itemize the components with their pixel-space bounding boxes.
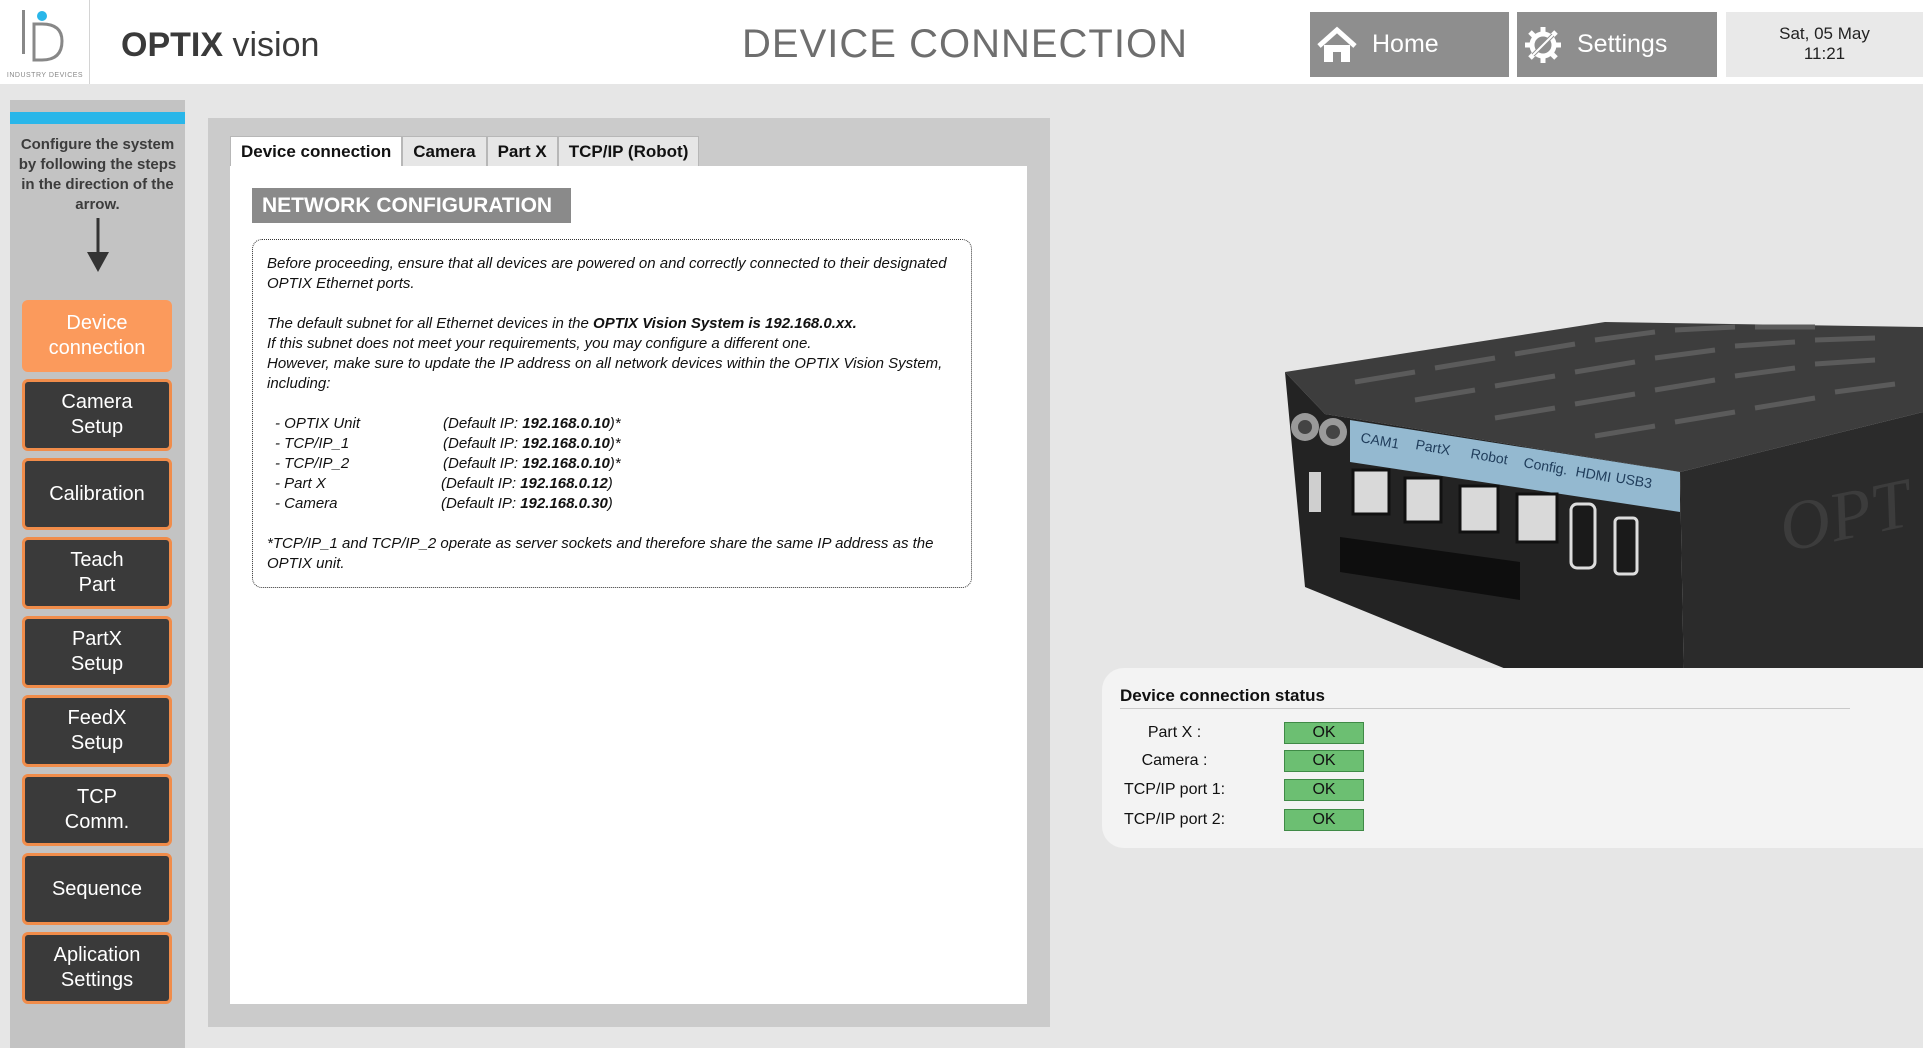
down-arrow-icon bbox=[87, 218, 109, 272]
nav-label-line2: Setup bbox=[70, 416, 124, 438]
info-paragraph-2: The default subnet for all Ethernet devi… bbox=[267, 314, 957, 334]
main-panel: Device connection Camera Part X TCP/IP (… bbox=[208, 118, 1050, 1027]
device-ip: (Default IP: 192.168.0.30) bbox=[441, 495, 613, 512]
page-title: DEVICE CONNECTION bbox=[742, 22, 1188, 66]
company-logo: INDUSTRY DEVICES bbox=[0, 0, 90, 84]
device-ip: (Default IP: 192.168.0.10)* bbox=[443, 435, 621, 452]
sidebar-item-teach-part[interactable]: Teach Part bbox=[22, 537, 172, 609]
status-ok-badge: OK bbox=[1284, 779, 1364, 801]
nav-label-line2: Settings bbox=[60, 969, 134, 991]
tab-device-connection[interactable]: Device connection bbox=[230, 136, 403, 166]
status-row-partx: Part X : OK bbox=[1102, 722, 1502, 744]
status-label: TCP/IP port 2: bbox=[1123, 811, 1226, 828]
sidebar-item-application-settings[interactable]: Aplication Settings bbox=[22, 932, 172, 1004]
sidebar-accent-bar bbox=[10, 112, 185, 124]
nav-label-line2: Comm. bbox=[64, 811, 130, 833]
home-button[interactable]: Home bbox=[1310, 12, 1509, 77]
status-label: TCP/IP port 1: bbox=[1123, 781, 1226, 798]
logo-subtext: INDUSTRY DEVICES bbox=[6, 72, 84, 79]
status-ok-badge: OK bbox=[1284, 809, 1364, 831]
device-name: - Part X bbox=[275, 475, 326, 492]
sidebar-item-feedx-setup[interactable]: FeedX Setup bbox=[22, 695, 172, 767]
settings-button[interactable]: Settings bbox=[1517, 12, 1717, 77]
status-row-tcpip-port2: TCP/IP port 2: OK bbox=[1102, 809, 1502, 831]
home-icon bbox=[1316, 26, 1358, 64]
nav-label-line2: Part bbox=[78, 574, 116, 596]
network-info-box: Before proceeding, ensure that all devic… bbox=[252, 239, 972, 588]
status-label: Camera : bbox=[1141, 752, 1208, 769]
header-bar: INDUSTRY DEVICES OPTIX vision DEVICE CON… bbox=[0, 0, 1923, 84]
tab-content: NETWORK CONFIGURATION Before proceeding,… bbox=[230, 166, 1027, 1004]
device-name: - Camera bbox=[275, 495, 338, 512]
status-row-camera: Camera : OK bbox=[1102, 750, 1502, 772]
sidebar: Configure the system by following the st… bbox=[10, 100, 185, 1048]
tab-tcpip-robot[interactable]: TCP/IP (Robot) bbox=[557, 136, 700, 166]
info-paragraph-1: Before proceeding, ensure that all devic… bbox=[267, 255, 947, 292]
subnet-text: The default subnet for all Ethernet devi… bbox=[267, 315, 594, 332]
device-ip: (Default IP: 192.168.0.10)* bbox=[443, 455, 621, 472]
subnet-bold-text: OPTIX Vision System is 192.168.0.xx. bbox=[593, 315, 857, 332]
tab-part-x[interactable]: Part X bbox=[486, 136, 558, 166]
sidebar-item-device-connection[interactable]: Device connection bbox=[22, 300, 172, 372]
nav-label-line2: Setup bbox=[70, 732, 124, 754]
date-time-display: Sat, 05 May 11:21 bbox=[1726, 12, 1923, 77]
settings-tools-icon bbox=[1523, 25, 1563, 65]
device-ip: (Default IP: 192.168.0.12) bbox=[441, 475, 613, 492]
nav-label-line1: Sequence bbox=[51, 877, 143, 900]
sidebar-item-camera-setup[interactable]: Camera Setup bbox=[22, 379, 172, 451]
status-ok-badge: OK bbox=[1284, 750, 1364, 772]
device-status-card: Device connection status Part X : OK Cam… bbox=[1102, 668, 1923, 848]
nav-label-line1: Camera bbox=[61, 391, 133, 413]
sidebar-item-tcp-comm[interactable]: TCP Comm. bbox=[22, 774, 172, 846]
status-label: Part X : bbox=[1147, 724, 1202, 741]
nav-label-line1: Device bbox=[66, 312, 128, 334]
info-footnote: *TCP/IP_1 and TCP/IP_2 operate as server… bbox=[267, 535, 934, 572]
status-row-tcpip-port1: TCP/IP port 1: OK bbox=[1102, 779, 1502, 801]
settings-label: Settings bbox=[1577, 30, 1668, 58]
device-name: - TCP/IP_2 bbox=[275, 455, 350, 472]
nav-label-line2: Setup bbox=[70, 653, 124, 675]
nav-label-line1: Teach bbox=[70, 549, 124, 571]
date-text: Sat, 05 May bbox=[1779, 24, 1870, 43]
info-paragraph-4: However, make sure to update the IP addr… bbox=[267, 355, 943, 392]
section-title: NETWORK CONFIGURATION bbox=[252, 188, 571, 223]
tab-bar: Device connection Camera Part X TCP/IP (… bbox=[230, 136, 700, 166]
device-name: - TCP/IP_1 bbox=[275, 435, 350, 452]
nav-label-line1: Calibration bbox=[49, 482, 145, 505]
home-label: Home bbox=[1372, 30, 1439, 58]
time-text: 11:21 bbox=[1803, 44, 1846, 63]
device-ip-row: - Camera (Default IP: 192.168.0.30) bbox=[267, 494, 957, 514]
nav-label-line1: PartX bbox=[71, 628, 122, 650]
device-ip-row: - TCP/IP_2 (Default IP: 192.168.0.10)* bbox=[267, 454, 957, 474]
device-ip-row: - Part X (Default IP: 192.168.0.12) bbox=[267, 474, 957, 494]
app-title: OPTIX vision bbox=[121, 26, 319, 65]
tab-camera[interactable]: Camera bbox=[402, 136, 487, 166]
status-title: Device connection status bbox=[1120, 686, 1326, 705]
app-name-bold: OPTIX bbox=[121, 26, 224, 64]
nav-label-line1: FeedX bbox=[67, 707, 127, 729]
nav-label-line1: TCP bbox=[76, 786, 117, 808]
info-paragraph-3: If this subnet does not meet your requir… bbox=[267, 335, 812, 352]
device-name: - OPTIX Unit bbox=[275, 415, 361, 432]
status-ok-badge: OK bbox=[1284, 722, 1364, 744]
sidebar-instructions: Configure the system by following the st… bbox=[18, 136, 177, 213]
nav-label-line2: connection bbox=[48, 337, 146, 359]
device-ip: (Default IP: 192.168.0.10)* bbox=[443, 415, 621, 432]
device-ip-row: - TCP/IP_1 (Default IP: 192.168.0.10)* bbox=[267, 434, 957, 454]
nav-label-line1: Aplication bbox=[53, 944, 141, 966]
sidebar-item-calibration[interactable]: Calibration bbox=[22, 458, 172, 530]
device-ip-row: - OPTIX Unit (Default IP: 192.168.0.10)* bbox=[267, 414, 957, 434]
sidebar-item-sequence[interactable]: Sequence bbox=[22, 853, 172, 925]
status-divider bbox=[1120, 708, 1850, 709]
app-name-rest: vision bbox=[223, 26, 320, 64]
sidebar-item-partx-setup[interactable]: PartX Setup bbox=[22, 616, 172, 688]
